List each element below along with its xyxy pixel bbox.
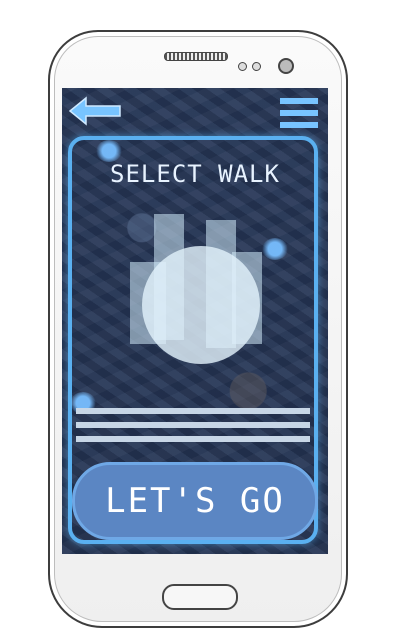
glow-marker <box>96 140 122 162</box>
divider-line <box>76 422 310 428</box>
divider-line <box>76 436 310 442</box>
front-camera <box>278 58 294 74</box>
app-screen: SELECT WALK LET'S GO <box>62 88 328 554</box>
glow-marker <box>262 238 288 260</box>
hamburger-menu-icon[interactable] <box>278 96 320 130</box>
lets-go-button[interactable]: LET'S GO <box>72 462 318 540</box>
stage: SELECT WALK LET'S GO <box>0 0 400 640</box>
home-button[interactable] <box>162 584 238 610</box>
back-arrow-icon[interactable] <box>68 96 122 126</box>
divider-line <box>76 408 310 414</box>
walk-option-circle[interactable] <box>142 246 260 364</box>
page-title: SELECT WALK <box>110 160 280 188</box>
sensor-dot <box>252 62 261 71</box>
sensor-dot <box>238 62 247 71</box>
speaker-grille <box>164 52 228 61</box>
